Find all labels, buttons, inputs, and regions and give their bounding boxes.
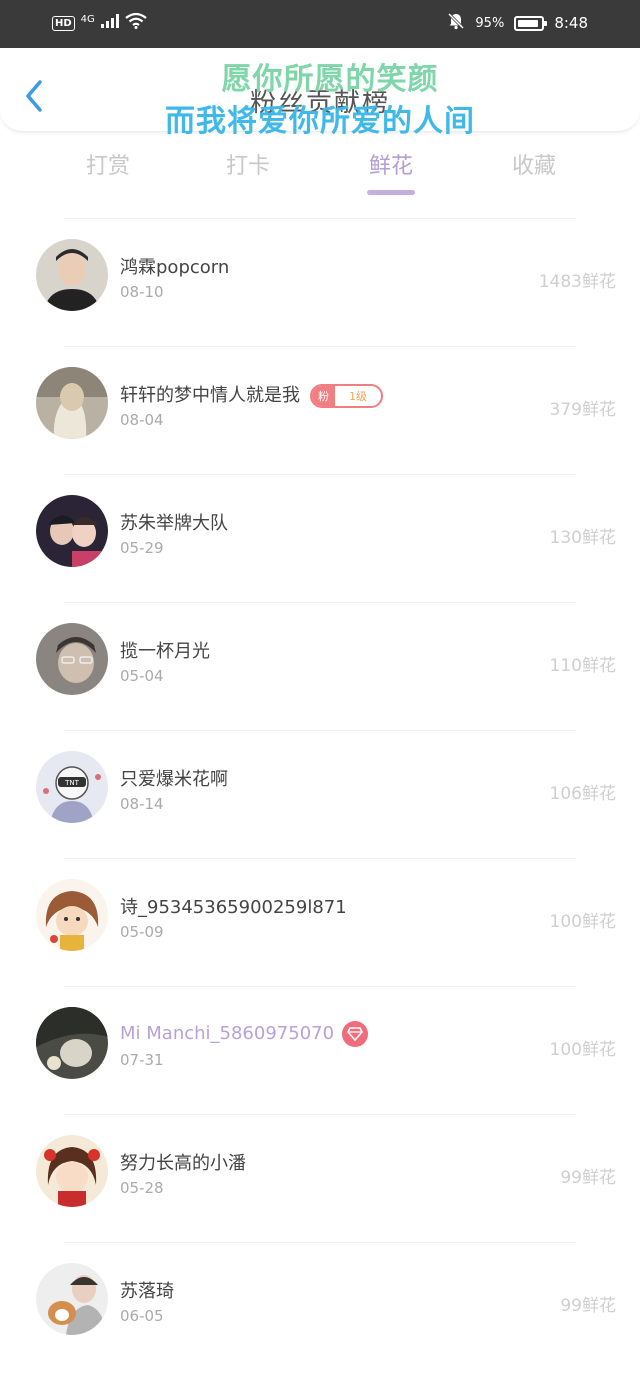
list-item[interactable]: 苏落琦 06-05 99鲜花 xyxy=(36,1242,616,1370)
user-name: 轩轩的梦中情人就是我粉 1级 xyxy=(120,381,383,408)
flower-count: 110鲜花 xyxy=(549,656,616,676)
status-bar: HD 4G 95% 8:48 xyxy=(0,0,640,48)
list-item[interactable]: Mi Manchi_5860975070 07-31 100鲜花 xyxy=(36,986,616,1114)
overlay-caption-line2: 而我将爱你所爱的人间 xyxy=(165,104,475,139)
user-name-text[interactable]: 轩轩的梦中情人就是我 xyxy=(120,385,300,406)
list-item[interactable]: 诗_95345365900259l871 05-09 100鲜花 xyxy=(36,858,616,986)
fan-badge-level: 1级 xyxy=(349,390,367,403)
overlay-caption-line1: 愿你所愿的笑颜 xyxy=(221,62,439,97)
tab-flowers[interactable]: 鲜花 xyxy=(331,148,451,195)
svg-text:TNT: TNT xyxy=(64,779,80,787)
flower-count: 379鲜花 xyxy=(549,400,616,420)
fan-level-badge: 粉 1级 xyxy=(310,384,383,408)
flower-count: 130鲜花 xyxy=(549,528,616,548)
user-name[interactable]: 只爱爆米花啊 xyxy=(120,765,228,791)
date: 08-14 xyxy=(120,795,164,813)
user-name[interactable]: 苏朱举牌大队 xyxy=(120,509,228,535)
status-right: 95% 8:48 xyxy=(447,12,588,34)
user-name: Mi Manchi_5860975070 xyxy=(120,1021,369,1047)
avatar[interactable] xyxy=(36,1135,108,1207)
network-type: 4G xyxy=(80,13,95,25)
user-name[interactable]: 诗_95345365900259l871 xyxy=(120,893,347,919)
date: 05-09 xyxy=(120,923,164,941)
user-name-text[interactable]: Mi Manchi_5860975070 xyxy=(120,1023,334,1044)
list-item[interactable]: 揽一杯月光 05-04 110鲜花 xyxy=(36,602,616,730)
clock: 8:48 xyxy=(554,14,588,32)
flower-count: 100鲜花 xyxy=(549,912,616,932)
avatar[interactable] xyxy=(36,879,108,951)
fan-badge-label: 粉 xyxy=(312,386,335,406)
date: 07-31 xyxy=(120,1051,164,1069)
user-name[interactable]: 努力长高的小潘 xyxy=(120,1149,246,1175)
user-name[interactable]: 揽一杯月光 xyxy=(120,637,210,663)
list-item[interactable]: 苏朱举牌大队 05-29 130鲜花 xyxy=(36,474,616,602)
tab-bar: 打赏 打卡 鲜花 收藏 xyxy=(0,148,640,204)
list-item[interactable]: 鸿霖popcorn 08-10 1483鲜花 xyxy=(36,218,616,346)
flower-count: 100鲜花 xyxy=(549,1040,616,1060)
flower-count: 99鲜花 xyxy=(560,1296,616,1316)
list-item[interactable]: 努力长高的小潘 05-28 99鲜花 xyxy=(36,1114,616,1242)
tab-checkin[interactable]: 打卡 xyxy=(188,148,308,180)
tab-reward[interactable]: 打赏 xyxy=(48,148,168,180)
date: 05-28 xyxy=(120,1179,164,1197)
hd-indicator: HD xyxy=(52,15,75,31)
battery-icon xyxy=(514,15,548,31)
date: 08-10 xyxy=(120,283,164,301)
flower-count: 1483鲜花 xyxy=(538,272,616,292)
diamond-icon xyxy=(342,1021,369,1047)
avatar[interactable] xyxy=(36,239,108,311)
avatar[interactable] xyxy=(36,1263,108,1335)
avatar[interactable] xyxy=(36,495,108,567)
wifi-icon xyxy=(125,12,147,33)
date: 05-04 xyxy=(120,667,164,685)
signal-icon xyxy=(100,14,119,32)
list-item[interactable]: 轩轩的梦中情人就是我粉 1级 08-04 379鲜花 xyxy=(36,346,616,474)
tab-favorites[interactable]: 收藏 xyxy=(474,148,594,180)
user-name[interactable]: 苏落琦 xyxy=(120,1277,174,1303)
avatar[interactable] xyxy=(36,367,108,439)
date: 08-04 xyxy=(120,411,164,429)
battery-percent: 95% xyxy=(475,15,505,31)
ranking-list: 鸿霖popcorn 08-10 1483鲜花 轩轩的梦中情人就是我粉 1级 08-… xyxy=(0,218,640,1370)
user-name[interactable]: 鸿霖popcorn xyxy=(120,253,229,279)
avatar[interactable] xyxy=(36,623,108,695)
date: 06-05 xyxy=(120,1307,164,1325)
list-item[interactable]: TNT 只爱爆米花啊 08-14 106鲜花 xyxy=(36,730,616,858)
flower-count: 106鲜花 xyxy=(549,784,616,804)
date: 05-29 xyxy=(120,539,164,557)
avatar[interactable] xyxy=(36,1007,108,1079)
avatar[interactable]: TNT xyxy=(36,751,108,823)
bell-off-icon xyxy=(447,12,465,34)
flower-count: 99鲜花 xyxy=(560,1168,616,1188)
status-left: HD 4G xyxy=(52,12,147,33)
